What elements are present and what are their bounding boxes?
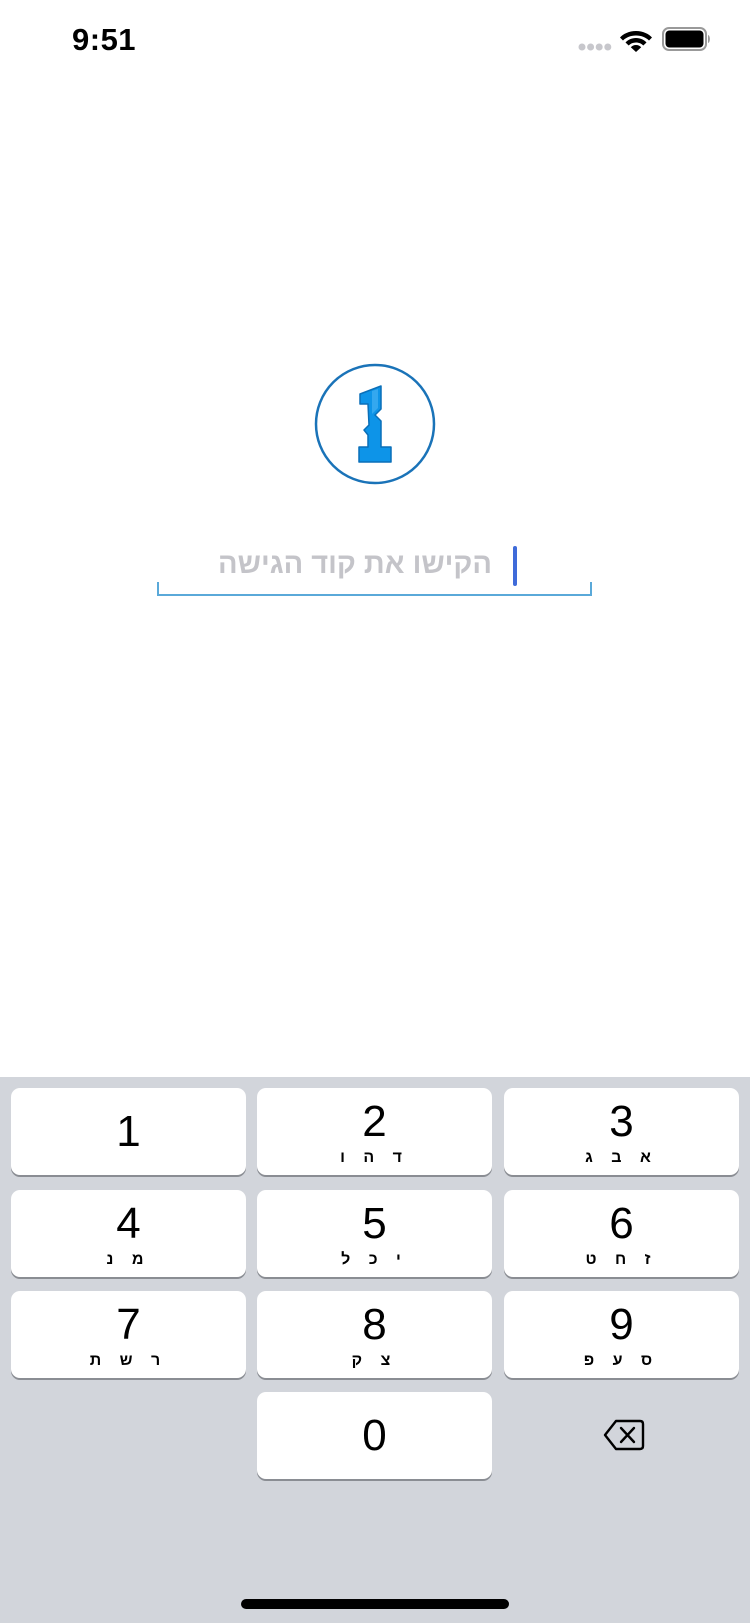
key-letters: צ ק bbox=[351, 1352, 398, 1369]
key-3[interactable]: 3 א ב ג bbox=[504, 1088, 739, 1175]
key-digit: 6 bbox=[609, 1199, 634, 1248]
key-8[interactable]: 8 צ ק bbox=[257, 1291, 492, 1378]
backspace-icon bbox=[603, 1419, 645, 1451]
key-letters: ס ע פ bbox=[583, 1352, 660, 1369]
key-digit: 9 bbox=[609, 1300, 634, 1349]
key-digit: 7 bbox=[116, 1300, 141, 1349]
wifi-icon bbox=[620, 31, 652, 52]
key-5[interactable]: 5 י כ ל bbox=[257, 1190, 492, 1277]
1password-logo-icon bbox=[314, 363, 436, 485]
key-9[interactable]: 9 ס ע פ bbox=[504, 1291, 739, 1378]
key-letters: מ נ bbox=[106, 1251, 151, 1268]
key-letters: ז ח ט bbox=[585, 1251, 658, 1268]
key-digit: 8 bbox=[362, 1300, 387, 1349]
delete-button[interactable] bbox=[504, 1392, 739, 1479]
numeric-keypad: 1 2 ד ה ו 3 א ב ג 4 מ נ 5 י כ ל 6 ז ח ט … bbox=[0, 1077, 750, 1623]
text-cursor bbox=[513, 546, 517, 586]
signal-icon bbox=[578, 43, 612, 51]
unlock-screen: 9:51 הקישו את קוד הגישה 1 2 ד ה ו 3 א ב … bbox=[0, 0, 750, 1623]
passcode-placeholder: הקישו את קוד הגישה bbox=[218, 548, 492, 580]
key-1[interactable]: 1 bbox=[11, 1088, 246, 1175]
key-7[interactable]: 7 ר ש ת bbox=[11, 1291, 246, 1378]
key-letters: א ב ג bbox=[585, 1149, 658, 1166]
home-indicator[interactable] bbox=[241, 1599, 509, 1609]
passcode-field[interactable]: הקישו את קוד הגישה bbox=[157, 540, 592, 596]
key-digit: 3 bbox=[609, 1097, 634, 1146]
key-digit: 5 bbox=[362, 1199, 387, 1248]
key-6[interactable]: 6 ז ח ט bbox=[504, 1190, 739, 1277]
key-digit: 2 bbox=[362, 1097, 387, 1146]
key-0[interactable]: 0 bbox=[257, 1392, 492, 1479]
key-digit: 4 bbox=[116, 1199, 141, 1248]
key-letters: י כ ל bbox=[341, 1251, 408, 1268]
key-2[interactable]: 2 ד ה ו bbox=[257, 1088, 492, 1175]
key-digit: 1 bbox=[116, 1107, 141, 1156]
battery-icon bbox=[662, 27, 710, 51]
key-digit: 0 bbox=[362, 1411, 387, 1460]
key-4[interactable]: 4 מ נ bbox=[11, 1190, 246, 1277]
status-time: 9:51 bbox=[72, 22, 137, 57]
key-letters: ר ש ת bbox=[89, 1352, 168, 1369]
key-letters: ד ה ו bbox=[340, 1149, 409, 1166]
